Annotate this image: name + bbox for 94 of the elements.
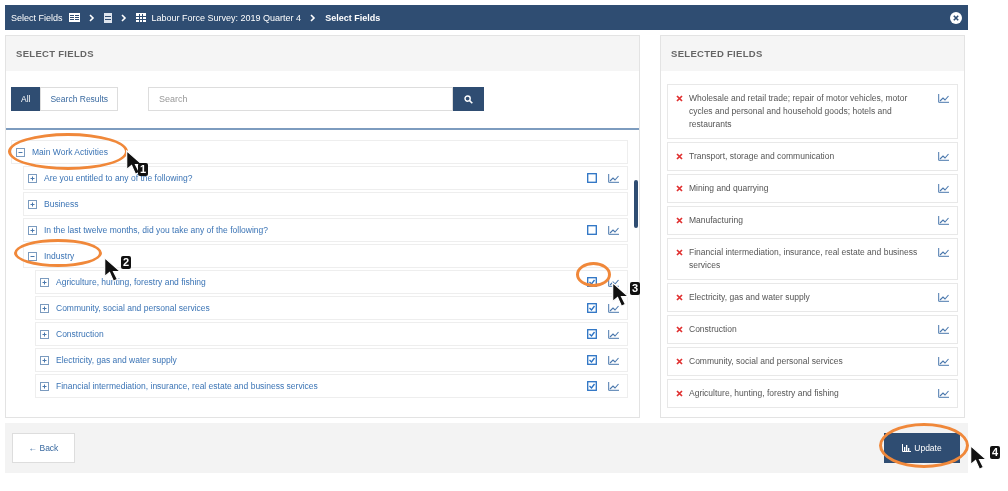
- remove-icon[interactable]: [676, 294, 683, 301]
- tree-row[interactable]: Financial intermediation, insurance, real estate and business services: [35, 374, 628, 398]
- scrollbar[interactable]: [634, 180, 638, 228]
- field-label: Manufacturing: [689, 214, 744, 227]
- table-icon[interactable]: [135, 13, 146, 22]
- cursor-icon: [612, 282, 629, 307]
- line-chart-icon[interactable]: [938, 184, 949, 193]
- tree-row[interactable]: In the last twelve months, did you take any of the following?: [23, 218, 628, 242]
- search-icon: [464, 94, 474, 104]
- field-label: Industry: [44, 251, 76, 261]
- highlight-oval: [576, 262, 611, 287]
- tree-row[interactable]: Community, social and personal services: [35, 296, 628, 320]
- field-label: Transport, storage and communication: [689, 150, 836, 163]
- tree-row[interactable]: Electricity, gas and water supply: [35, 348, 628, 372]
- field-label: Financial intermediation, insurance, real estate and business services: [56, 381, 319, 391]
- collapse-icon[interactable]: [16, 147, 25, 157]
- tree-row[interactable]: Agriculture, hunting, forestry and fishing: [35, 270, 628, 294]
- line-chart-icon[interactable]: [938, 152, 949, 161]
- field-label: Community, social and personal services: [56, 303, 211, 313]
- line-chart-icon[interactable]: [608, 355, 619, 365]
- chevron-icon: [120, 13, 127, 22]
- remove-icon[interactable]: [676, 185, 683, 192]
- field-label: Agriculture, hunting, forestry and fishing: [689, 387, 840, 400]
- line-chart-icon[interactable]: [938, 293, 949, 302]
- tree-row[interactable]: Main Work Activities: [11, 140, 628, 164]
- line-chart-icon[interactable]: [938, 325, 949, 334]
- field-label: Electricity, gas and water supply: [689, 291, 811, 304]
- chevron-icon: [88, 13, 95, 22]
- field-label: Electricity, gas and water supply: [56, 355, 178, 365]
- step-number: 3: [630, 282, 641, 295]
- line-chart-icon[interactable]: [938, 216, 949, 225]
- tree-row[interactable]: Business: [23, 192, 628, 216]
- panel-title: SELECTED FIELDS: [661, 36, 964, 71]
- field-label: Main Work Activities: [32, 147, 109, 157]
- search-field[interactable]: Search: [148, 87, 454, 111]
- line-chart-icon[interactable]: [608, 225, 619, 235]
- line-chart-icon[interactable]: [938, 248, 949, 257]
- cursor-icon: [970, 445, 987, 470]
- field-label: In the last twelve months, did you take any of the following?: [44, 225, 269, 235]
- checkbox[interactable]: [587, 173, 597, 183]
- expand-icon[interactable]: [40, 355, 49, 365]
- breadcrumb-link[interactable]: Labour Force Survey: 2019 Quarter 4: [151, 12, 302, 23]
- chevron-icon: [310, 13, 317, 22]
- remove-icon[interactable]: [676, 358, 683, 365]
- tree-row[interactable]: Construction: [35, 322, 628, 346]
- field-label: Agriculture, hunting, forestry and fishing: [56, 277, 207, 287]
- field-label: Community, social and personal services: [689, 355, 844, 368]
- field-label: Construction: [689, 323, 738, 336]
- checkbox[interactable]: [587, 303, 597, 313]
- filter-tab[interactable]: All: [11, 87, 41, 111]
- panel-title: SELECT FIELDS: [6, 36, 639, 71]
- field-label: Construction: [56, 329, 105, 339]
- line-chart-icon[interactable]: [938, 357, 949, 366]
- remove-icon[interactable]: [676, 390, 683, 397]
- line-chart-icon[interactable]: [608, 329, 619, 339]
- checkbox[interactable]: [587, 329, 597, 339]
- back-button[interactable]: ← Back: [12, 433, 75, 463]
- line-chart-icon[interactable]: [608, 303, 619, 313]
- checkbox[interactable]: [587, 225, 597, 235]
- checkbox[interactable]: [587, 355, 597, 365]
- document-icon[interactable]: [103, 12, 112, 23]
- step-number: 2: [121, 256, 132, 269]
- line-chart-icon[interactable]: [938, 389, 949, 398]
- step-number: 1: [138, 163, 149, 176]
- list-icon[interactable]: [68, 13, 80, 22]
- step-number: 4: [990, 446, 1001, 459]
- remove-icon[interactable]: [676, 153, 683, 160]
- breadcrumb-link[interactable]: Select Fields: [11, 12, 63, 23]
- expand-icon[interactable]: [28, 225, 37, 235]
- expand-icon[interactable]: [40, 277, 49, 287]
- update-button[interactable]: Update: [884, 433, 960, 463]
- expand-icon[interactable]: [40, 303, 49, 313]
- close-icon[interactable]: [950, 11, 962, 24]
- checkbox[interactable]: [587, 381, 597, 391]
- collapse-icon[interactable]: [28, 251, 37, 261]
- field-label: Business: [44, 199, 80, 209]
- expand-icon[interactable]: [28, 199, 37, 209]
- expand-icon[interactable]: [28, 173, 37, 183]
- filter-tab[interactable]: Search Results: [40, 87, 119, 111]
- expand-icon[interactable]: [40, 381, 49, 391]
- expand-icon[interactable]: [40, 329, 49, 339]
- breadcrumb-current: Select Fields: [325, 12, 381, 23]
- remove-icon[interactable]: [676, 249, 683, 256]
- search-button[interactable]: [453, 87, 485, 111]
- remove-icon[interactable]: [676, 326, 683, 333]
- remove-icon[interactable]: [676, 217, 683, 224]
- field-label: Financial intermediation, insurance, real estate and business services: [689, 246, 919, 272]
- line-chart-icon[interactable]: [608, 173, 619, 183]
- field-label: Mining and quarrying: [689, 182, 770, 195]
- field-label: Wholesale and retail trade; repair of motor vehicles, motor cycles and personal and household goods; hotels and restaurants: [689, 92, 909, 131]
- line-chart-icon[interactable]: [938, 94, 949, 103]
- line-chart-icon[interactable]: [608, 381, 619, 391]
- remove-icon[interactable]: [676, 95, 683, 102]
- bar-chart-icon: [902, 444, 912, 452]
